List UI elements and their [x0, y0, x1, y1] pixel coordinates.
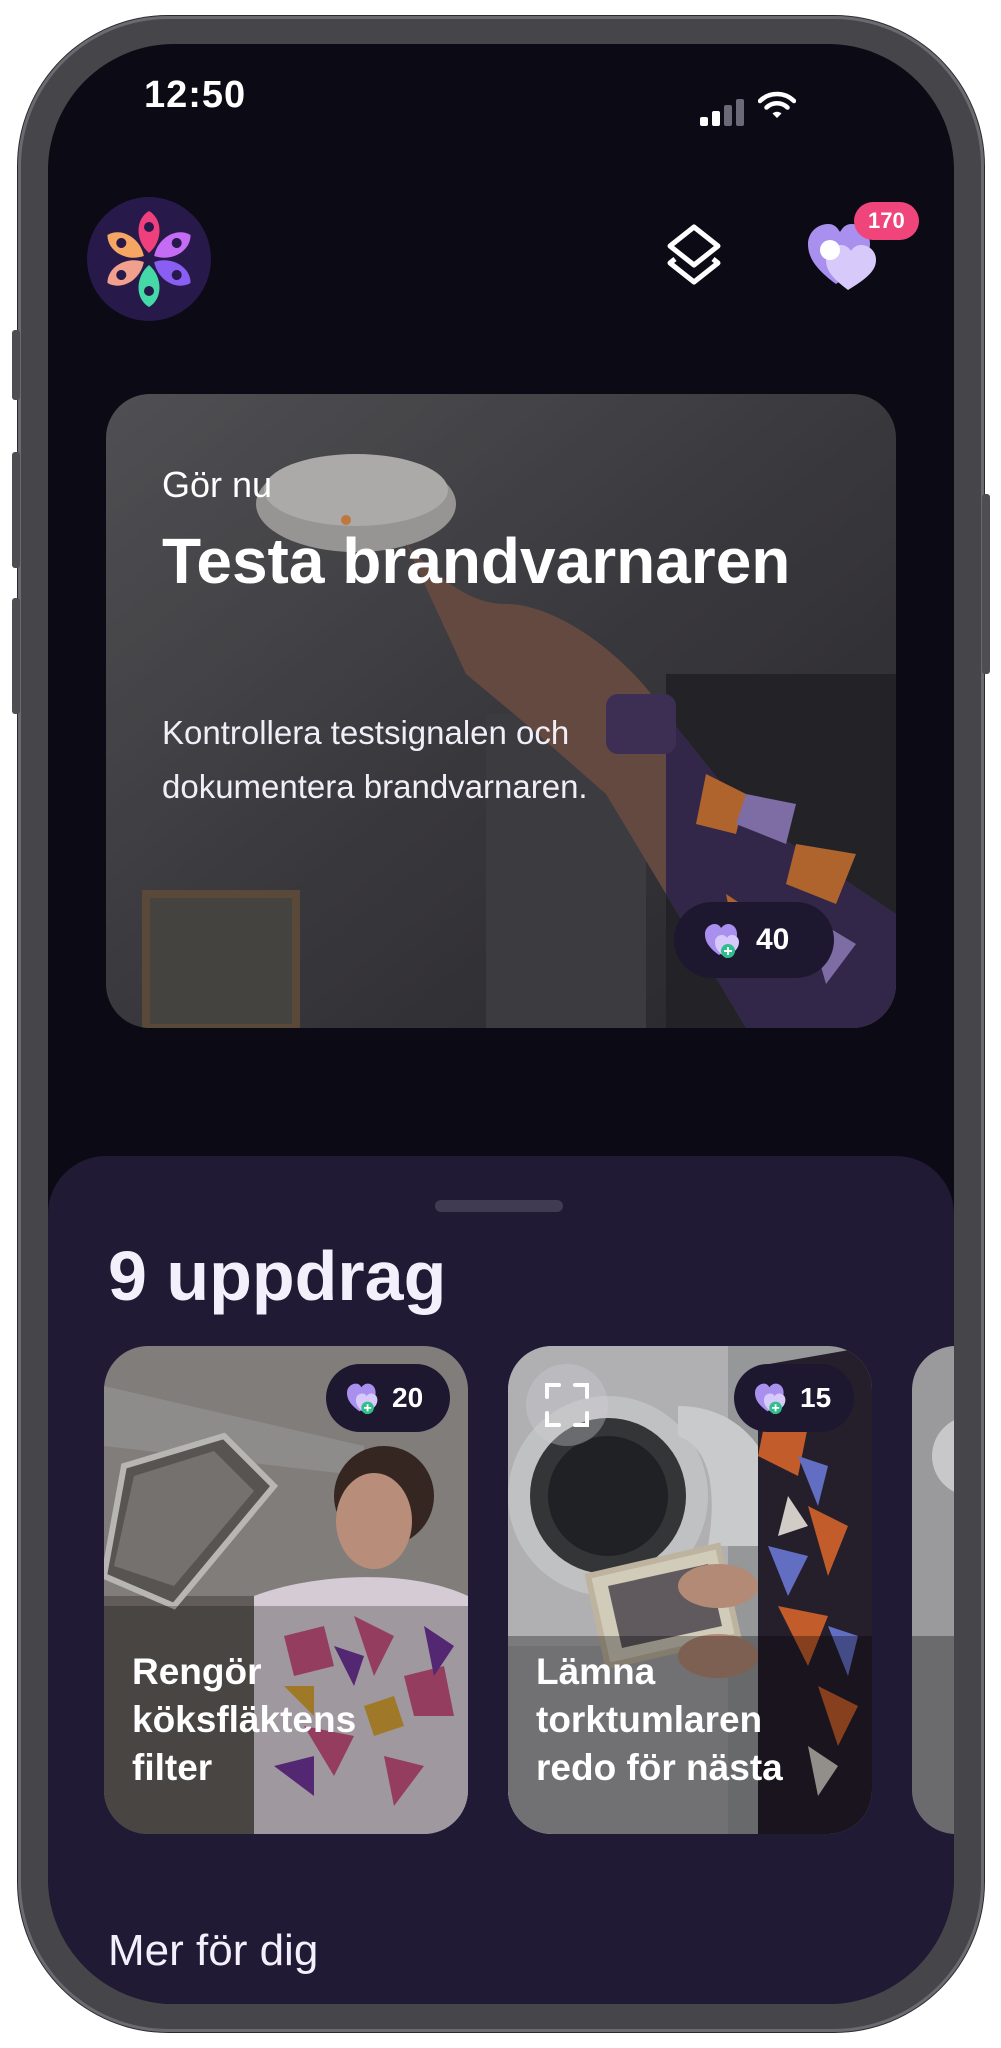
- app-screen: 12:50 170 Gör nu Testa brandvarnaren Kon…: [48, 44, 954, 2004]
- mission-photo: [912, 1346, 954, 1834]
- mission-points-pill: 15: [734, 1364, 854, 1432]
- cellular-signal-icon: [700, 96, 744, 126]
- scan-frame-icon: [545, 1383, 589, 1427]
- wifi-icon: [757, 90, 797, 125]
- missions-sheet: 9 uppdrag 20 Rengör köksfläktens filter …: [48, 1156, 954, 2004]
- mission-card[interactable]: [912, 1346, 954, 1834]
- hearts-icon: [705, 924, 739, 958]
- mission-points-value: 15: [800, 1382, 832, 1413]
- sheet-drag-handle[interactable]: [435, 1200, 563, 1212]
- volume-up-button: [12, 452, 20, 568]
- flower-pin-logo[interactable]: [86, 196, 212, 322]
- more-for-you-title: Mer för dig: [108, 1926, 319, 1975]
- layers-icon[interactable]: [666, 224, 722, 293]
- mission-card[interactable]: 20 Rengör köksfläktens filter: [104, 1346, 468, 1834]
- hearts-icon: [755, 1383, 786, 1415]
- hero-title: Testa brandvarnaren: [162, 525, 791, 597]
- hero-points-pill: 40: [674, 902, 834, 978]
- hero-points-value: 40: [756, 923, 790, 956]
- volume-down-button: [12, 598, 20, 714]
- hero-eyebrow: Gör nu: [162, 464, 273, 505]
- mission-title: Rengör köksfläktens filter: [132, 1651, 357, 1788]
- points-badge: 170: [854, 202, 919, 240]
- action-button: [12, 330, 20, 400]
- mission-card[interactable]: 15 Lämna torktumlaren redo för nästa: [508, 1346, 872, 1834]
- hero-description: Kontrollera testsignalen och dokumentera…: [162, 714, 588, 805]
- mission-title: Lämna torktumlaren redo för nästa: [536, 1651, 783, 1788]
- power-button: [982, 494, 990, 674]
- hearts-icon: [347, 1383, 378, 1415]
- missions-count-title: 9 uppdrag: [108, 1237, 447, 1315]
- featured-mission-card[interactable]: Gör nu Testa brandvarnaren Kontrollera t…: [106, 394, 896, 1028]
- status-time: 12:50: [144, 74, 247, 116]
- mission-points-pill: 20: [326, 1364, 450, 1432]
- mission-points-value: 20: [392, 1382, 424, 1413]
- scan-button[interactable]: [526, 1364, 608, 1446]
